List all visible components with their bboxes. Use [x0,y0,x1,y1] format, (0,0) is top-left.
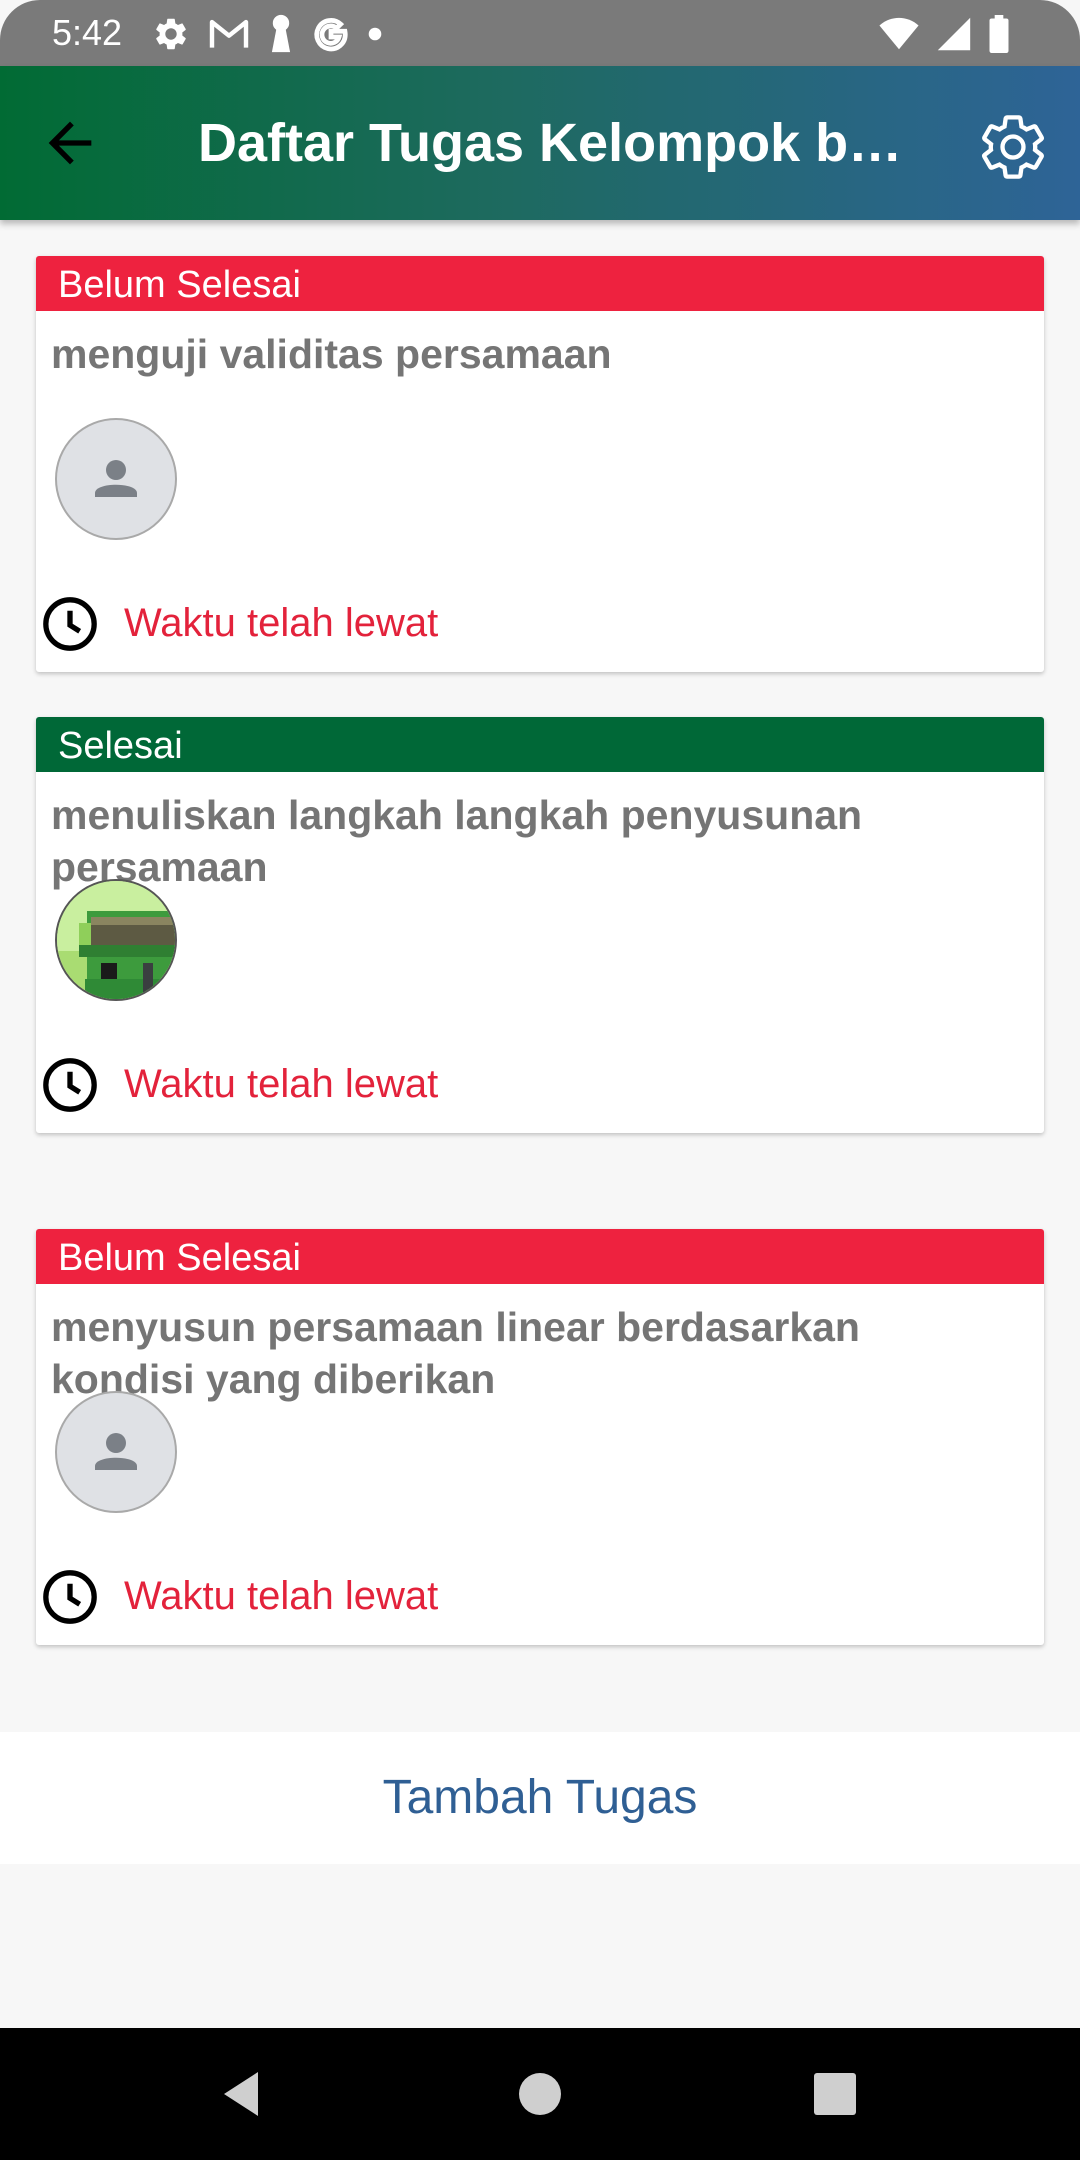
triangle-back-icon [224,2072,258,2116]
task-card[interactable]: Belum Selesai menyusun persamaan linear … [36,1229,1044,1645]
assignee-avatar[interactable] [55,879,177,1001]
circle-home-icon [519,2073,561,2115]
status-system-icons [878,12,1010,56]
deadline-text: Waktu telah lewat [124,601,439,645]
deadline-text: Waktu telah lewat [124,1062,439,1106]
pixel-art-avatar [57,881,175,999]
clock-icon [43,1570,97,1624]
status-time: 5:42 [52,12,123,53]
task-status-banner: Belum Selesai [36,1229,1044,1284]
task-status-banner: Selesai [36,717,1044,772]
arrow-back-icon [48,121,92,165]
task-status-banner: Belum Selesai [36,256,1044,311]
wifi-icon [879,17,919,50]
clock-icon [43,1058,97,1112]
nav-back-button[interactable] [214,2064,274,2124]
assignee-avatar[interactable] [55,1391,177,1513]
task-title: menguji validitas persamaan [51,331,612,377]
app-bar: Daftar Tugas Kelompok bua… [0,66,1080,220]
status-bar: 5:42 [0,0,1080,66]
battery-icon [989,15,1009,53]
cell-signal-icon [937,17,971,51]
person-icon [95,460,137,497]
gmail-icon [209,19,249,48]
square-recents-icon [814,2073,856,2115]
notification-dot-icon [368,27,382,41]
task-card[interactable]: Belum Selesai menguji validitas persamaa… [36,256,1044,672]
deadline-text: Waktu telah lewat [124,1574,439,1618]
person-icon [95,1433,137,1470]
keyhole-icon [271,14,291,53]
settings-button[interactable] [976,110,1050,184]
task-title: menuliskan langkah langkah penyusunan pe… [51,792,863,890]
task-deadline: Waktu telah lewat [36,1056,1044,1116]
nav-recents-button[interactable] [805,2064,865,2124]
task-title: menyusun persamaan linear berdasarkan ko… [51,1304,860,1402]
settings-notification-icon [156,18,186,50]
screen: 5:42 Daftar Tugas Kelompok bua… Belum Se… [0,0,1080,2160]
google-icon [314,18,348,52]
assignee-avatar[interactable] [55,418,177,540]
add-task-button[interactable]: Tambah Tugas [0,1732,1080,1864]
back-button[interactable] [38,111,102,175]
nav-home-button[interactable] [510,2064,570,2124]
gear-icon [982,115,1044,179]
add-task-bar: Tambah Tugas [0,1732,1080,1864]
status-notification-icons [152,12,382,56]
task-card[interactable]: Selesai menuliskan langkah langkah penyu… [36,717,1044,1133]
page-title: Daftar Tugas Kelompok bua… [198,113,928,173]
navigation-bar [0,2028,1080,2160]
clock-icon [43,597,97,651]
task-deadline: Waktu telah lewat [36,595,1044,655]
task-deadline: Waktu telah lewat [36,1568,1044,1628]
